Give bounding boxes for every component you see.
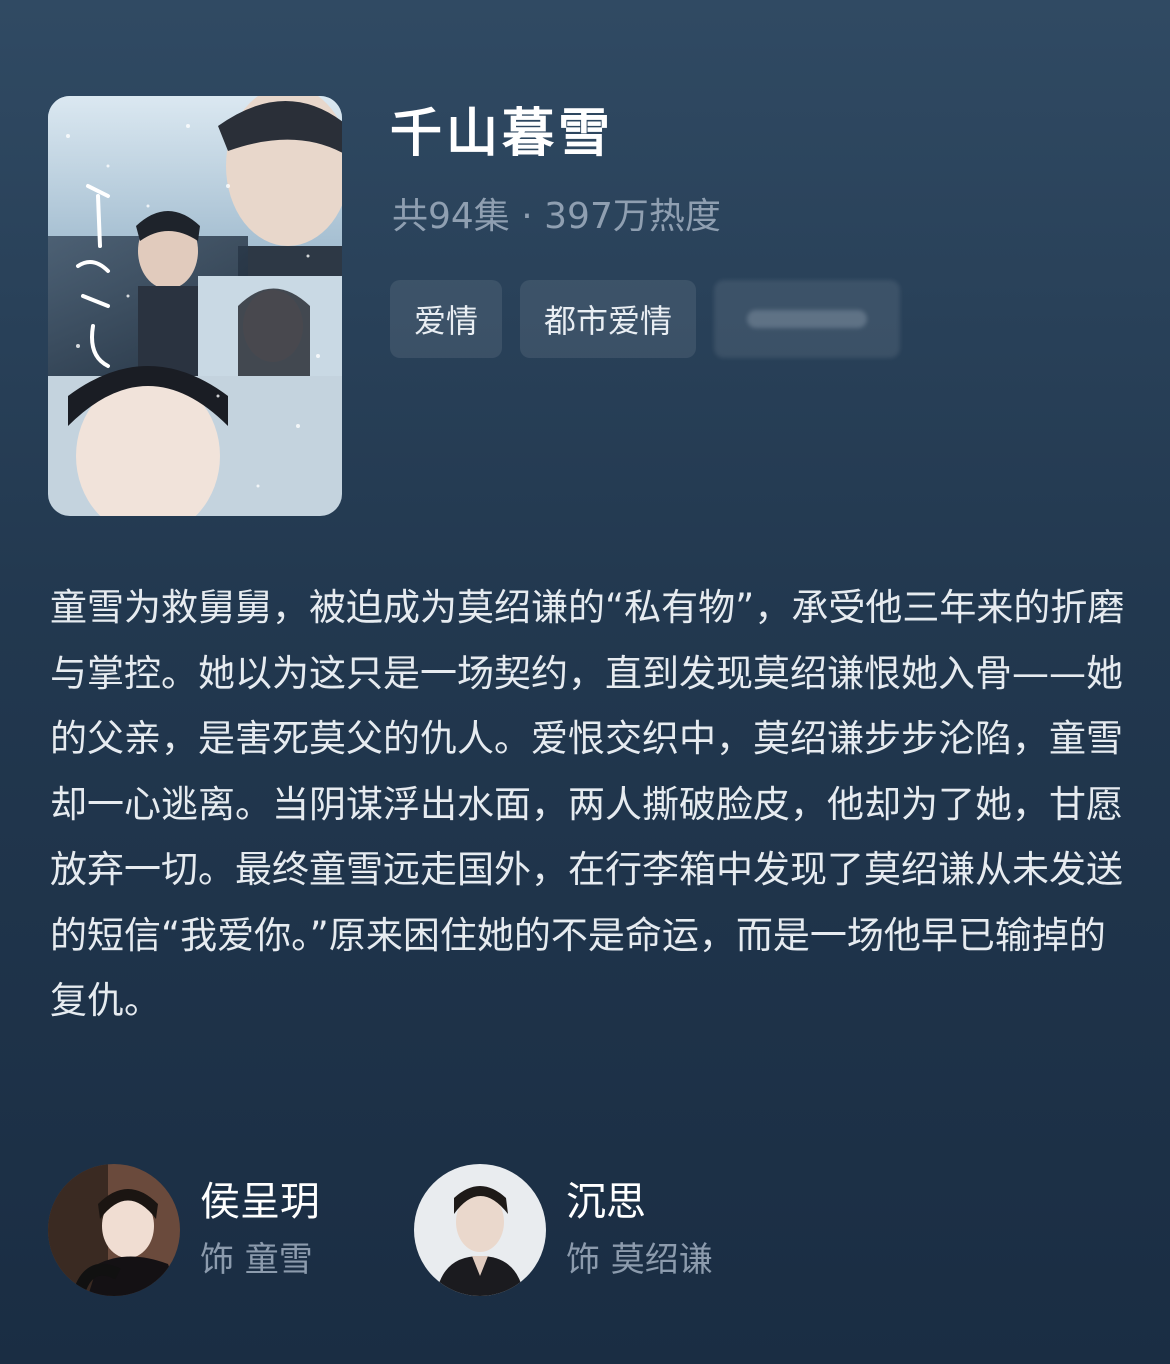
tag-urban-romance[interactable]: 都市爱情 (520, 280, 697, 358)
cast-item[interactable]: 沉思 饰 莫绍谦 (414, 1164, 713, 1296)
poster-artwork (48, 96, 342, 516)
cast-item[interactable]: 侯呈玥 饰 童雪 (48, 1164, 320, 1296)
drama-title: 千山暮雪 (390, 104, 615, 164)
tag-romance[interactable]: 爱情 (390, 280, 503, 358)
tag-blurred[interactable] (714, 280, 901, 358)
cast-role: 饰 童雪 (200, 1240, 313, 1280)
cast-role: 饰 莫绍谦 (566, 1240, 713, 1280)
synopsis-text: 童雪为救舅舅，被迫成为莫绍谦的“私有物”，承受他三年来的折磨与掌控。她以为这只是… (50, 586, 1125, 1022)
poster-image[interactable] (48, 96, 342, 516)
episode-heat-info: 共94集 · 397万热度 (392, 196, 721, 237)
avatar (48, 1164, 180, 1296)
cast-info: 侯呈玥 饰 童雪 (200, 1174, 320, 1286)
cast-name: 沉思 (566, 1179, 646, 1225)
cast-info: 沉思 饰 莫绍谦 (566, 1174, 713, 1286)
cast-name: 侯呈玥 (200, 1179, 320, 1225)
avatar (414, 1164, 546, 1296)
tag-list: 爱情 都市爱情 (390, 280, 901, 358)
blurred-tag-placeholder (747, 310, 868, 328)
